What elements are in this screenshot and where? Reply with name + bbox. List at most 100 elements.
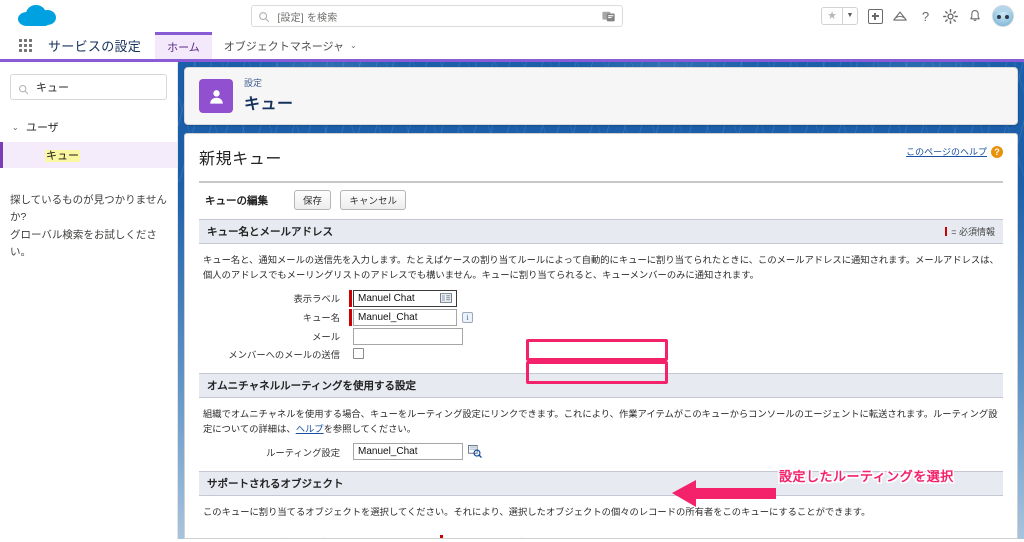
edit-bar-title: キューの編集 (205, 193, 268, 208)
selected-objects-header: 選択されたオブジェクト (453, 535, 563, 539)
favorite-star-icon[interactable]: ★ (822, 8, 842, 24)
chevron-down-icon[interactable]: ⌄ (350, 41, 357, 50)
lookup-search-icon[interactable] (468, 445, 482, 458)
save-button[interactable]: 保存 (294, 190, 331, 210)
available-objects-header: 利用可能なオブジェクト (203, 535, 418, 539)
selected-objects-header-wrap: 選択されたオブジェクト (440, 535, 563, 539)
edit-bar-buttons: 保存 キャンセル (294, 190, 406, 210)
tab-object-manager-label: オブジェクトマネージャ (224, 38, 344, 54)
object-selector-headers: 利用可能なオブジェクト 選択されたオブジェクト (199, 535, 1003, 539)
search-icon (258, 10, 270, 22)
chevron-down-icon[interactable]: ⌄ (12, 123, 26, 132)
display-label-input[interactable]: Manuel Chat (353, 290, 457, 307)
page-header-eyebrow: 設定 (244, 78, 294, 89)
search-icon (18, 82, 29, 93)
bell-icon[interactable] (967, 8, 983, 24)
sidebar-note-line1: 探しているものが見つかりませんか? (10, 192, 167, 227)
tab-object-manager[interactable]: オブジェクトマネージャ ⌄ (212, 32, 369, 59)
user-queue-icon (199, 79, 233, 113)
favorites-control[interactable]: ★ ▼ (821, 7, 858, 25)
required-marker (349, 290, 352, 307)
field-row-queue-name: キュー名 Manuel_Chat i (199, 309, 1003, 326)
svg-text:?: ? (921, 9, 928, 24)
sheet-title: 新規キュー (199, 145, 282, 169)
sidebar-item-users[interactable]: ⌄ ユーザ (10, 116, 167, 138)
omnichannel-desc-part2: を参照してください。 (324, 424, 416, 434)
page-header-text: 設定 キュー (244, 78, 294, 115)
page-header-card: 設定 キュー (184, 67, 1018, 125)
sidebar-item-queues-label: キュー (45, 150, 80, 162)
queue-name-input[interactable]: Manuel_Chat (353, 309, 457, 326)
queue-name-value: Manuel_Chat (358, 312, 417, 323)
annotation-routing-note: 設定したルーティングを選択 (779, 466, 954, 485)
display-label-value: Manuel Chat (358, 293, 415, 304)
section-description-queue-name: キュー名と、通知メールの送信先を入力します。たとえばケースの割り当てルールによっ… (199, 244, 1003, 288)
sidebar-search-value: キュー (36, 79, 69, 95)
queue-name-after: i (462, 312, 473, 323)
routing-config-input[interactable]: Manuel_Chat (353, 443, 463, 460)
field-row-send-email: メンバーへのメールの送信 (199, 347, 1003, 361)
field-label-email: メール (199, 329, 349, 343)
help-icon[interactable]: ? (917, 8, 933, 24)
tab-home-label: ホーム (167, 39, 200, 55)
global-header: [設定] を検索 ★ ▼ ? (0, 0, 1024, 32)
sidebar-item-users-label: ユーザ (26, 119, 59, 135)
required-legend-label: = 必須情報 (951, 225, 995, 238)
tab-home[interactable]: ホーム (155, 32, 212, 59)
search-scope-icon[interactable] (602, 10, 616, 23)
setup-content-area: 設定 キュー 新規キュー このページのヘルプ ? キューの編集 保存 キャンセル (178, 62, 1024, 539)
user-avatar[interactable] (992, 5, 1014, 27)
required-marker (440, 535, 443, 539)
trailhead-icon[interactable] (892, 8, 908, 24)
global-search-box[interactable]: [設定] を検索 (251, 5, 623, 27)
page-help-link[interactable]: このページのヘルプ ? (906, 145, 1003, 158)
section-header-queue-name: キュー名とメールアドレス = 必須情報 (199, 219, 1003, 244)
field-row-routing-config: ルーティング設定 Manuel_Chat (199, 443, 1003, 460)
omnichannel-help-link[interactable]: ヘルプ (296, 424, 324, 434)
edit-action-bar: キューの編集 保存 キャンセル (199, 181, 1003, 217)
section-title-supported-objects: サポートされるオブジェクト (207, 476, 344, 491)
sidebar-help-note: 探しているものが見つかりませんか? グローバル検索をお試しください。 (10, 192, 167, 261)
info-icon[interactable]: i (462, 312, 473, 323)
section-description-omnichannel: 組織でオムニチャネルを使用する場合、キューをルーティング設定にリンクできます。こ… (199, 398, 1003, 442)
cancel-button[interactable]: キャンセル (340, 190, 406, 210)
section-title-queue-name: キュー名とメールアドレス (207, 224, 333, 239)
sidebar-note-line2: グローバル検索をお試しください。 (10, 227, 167, 262)
add-icon[interactable] (867, 8, 883, 24)
field-label-display-label: 表示ラベル (199, 291, 349, 305)
send-email-to-members-checkbox[interactable] (353, 348, 364, 359)
chevron-down-icon[interactable]: ▼ (843, 8, 857, 24)
left-pointing-arrow-icon (670, 477, 778, 516)
setup-app-nav: サービスの設定 ホーム オブジェクトマネージャ ⌄ (0, 32, 1024, 62)
field-label-queue-name: キュー名 (199, 310, 349, 324)
column-gap (418, 535, 440, 539)
section-header-omnichannel: オムニチャネルルーティングを使用する設定 (199, 373, 1003, 398)
required-bar-icon (945, 227, 947, 236)
sidebar-item-queues[interactable]: キュー (0, 142, 177, 168)
salesforce-cloud-logo[interactable] (16, 2, 60, 30)
required-legend: = 必須情報 (945, 225, 995, 238)
field-label-send-email: メンバーへのメールの送信 (199, 347, 349, 361)
required-marker (349, 309, 352, 326)
field-row-email: メール (199, 328, 1003, 345)
app-launcher-icon[interactable] (12, 32, 38, 59)
routing-config-value: Manuel_Chat (358, 446, 417, 457)
field-label-routing-config: ルーティング設定 (199, 445, 349, 459)
translation-workbench-icon[interactable] (440, 293, 452, 303)
sidebar-tree: ⌄ ユーザ キュー (10, 116, 167, 168)
setup-sidebar: キュー ⌄ ユーザ キュー 探しているものが見つかりませんか? グローバル検索を… (0, 62, 178, 539)
app-name-label: サービスの設定 (38, 32, 155, 59)
gear-icon[interactable] (942, 8, 958, 24)
sheet-header: 新規キュー このページのヘルプ ? (199, 145, 1003, 169)
page-help-label: このページのヘルプ (906, 145, 987, 158)
sidebar-search-input[interactable]: キュー (10, 74, 167, 100)
page-title: キュー (244, 90, 294, 114)
field-row-display-label: 表示ラベル Manuel Chat (199, 290, 1003, 307)
routing-config-lookup[interactable] (468, 445, 482, 458)
help-icon[interactable]: ? (991, 146, 1003, 158)
header-icon-group: ★ ▼ ? (821, 5, 1014, 27)
email-input[interactable] (353, 328, 463, 345)
section-title-omnichannel: オムニチャネルルーティングを使用する設定 (207, 378, 416, 393)
section-description-supported-objects: このキューに割り当てるオブジェクトを選択してください。それにより、選択したオブジ… (199, 496, 1003, 524)
main-layout: キュー ⌄ ユーザ キュー 探しているものが見つかりませんか? グローバル検索を… (0, 62, 1024, 539)
